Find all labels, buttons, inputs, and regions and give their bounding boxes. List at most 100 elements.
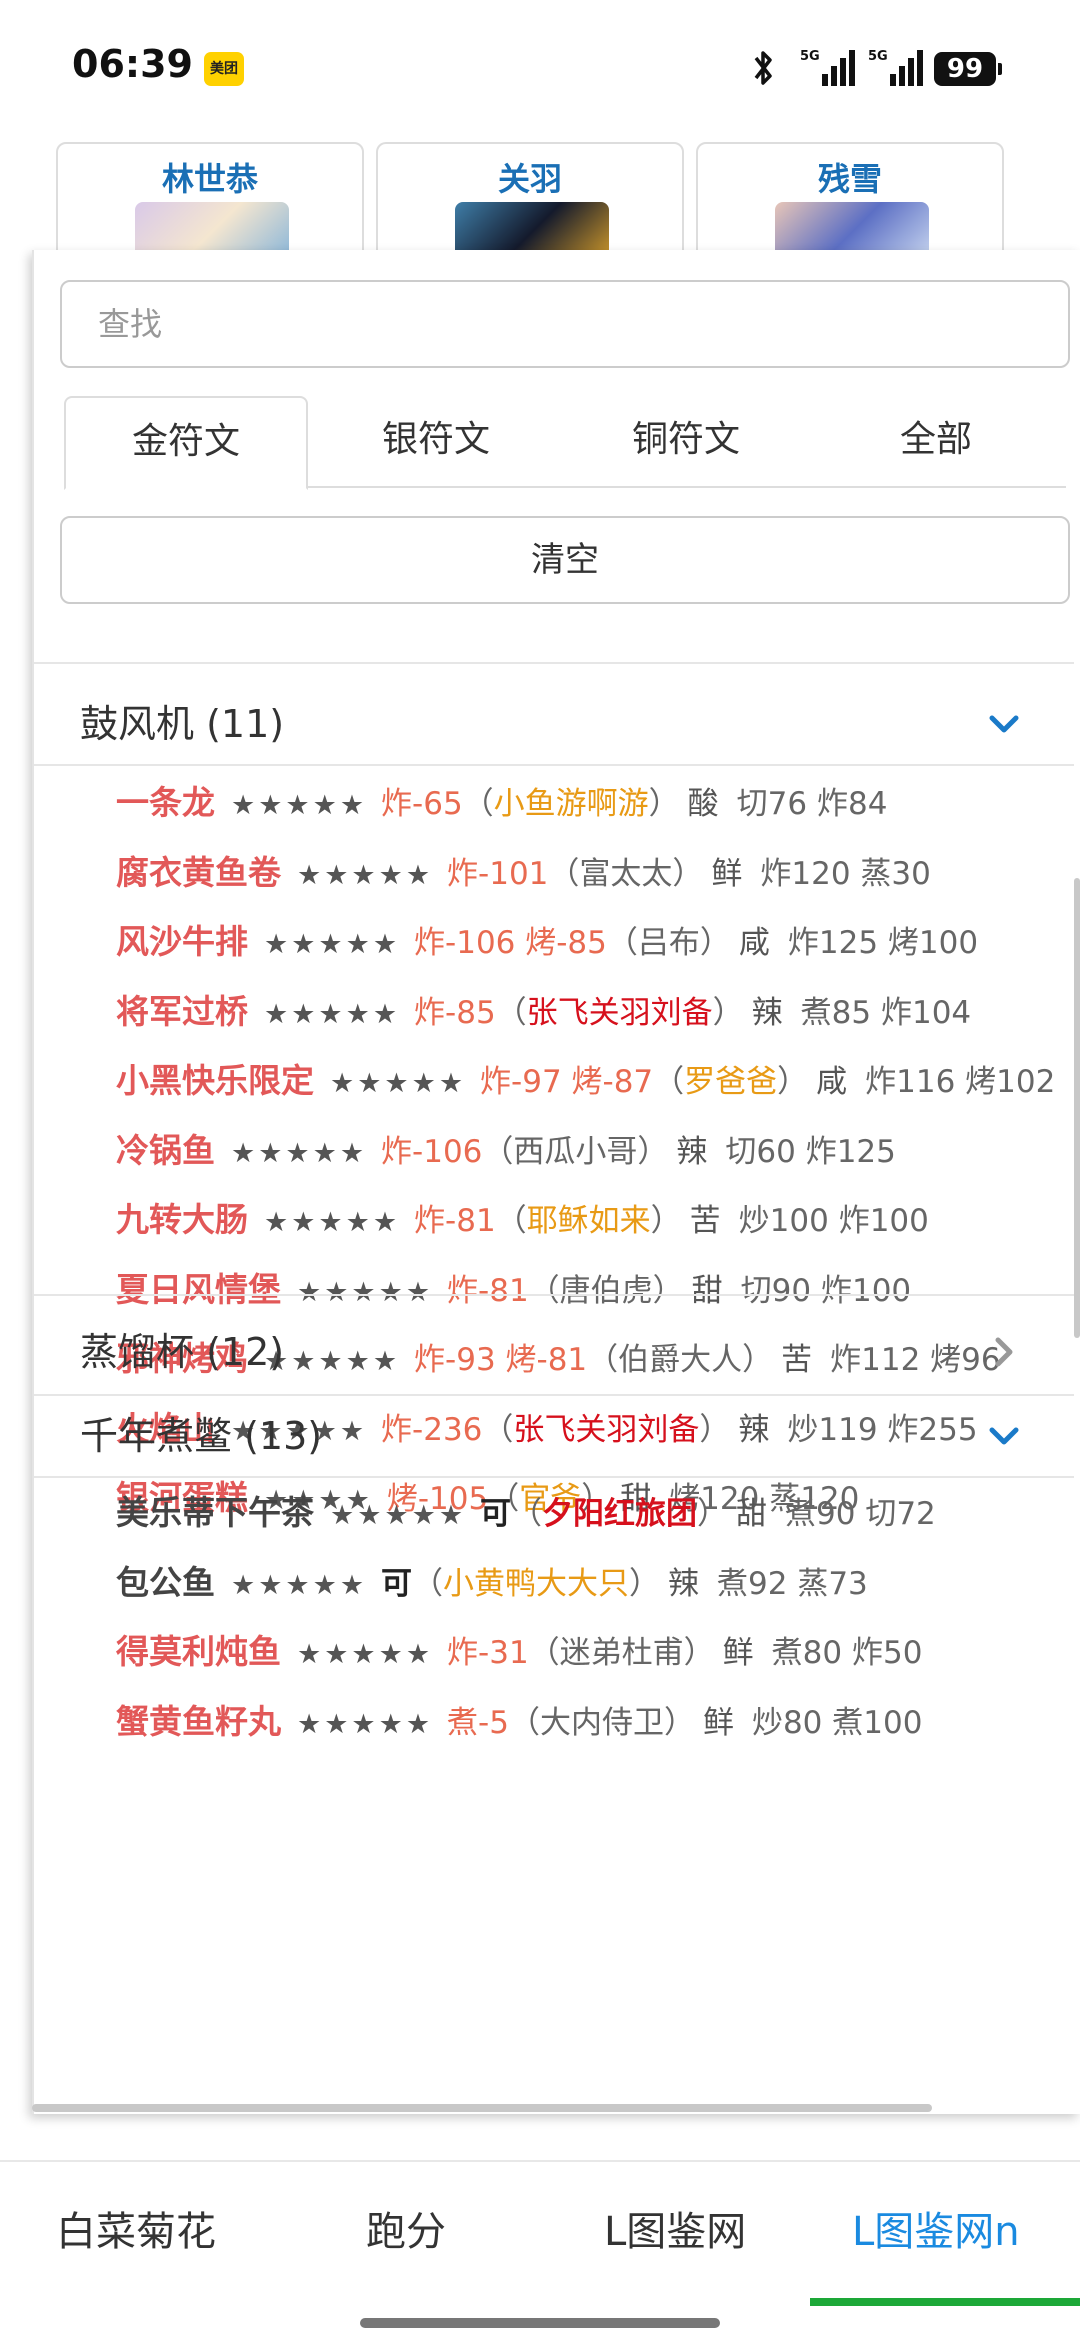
dish-requirements: 炸125 烤100 xyxy=(787,925,979,961)
dish-flavor: 辣 xyxy=(676,1133,708,1170)
rarity-stars: ★★★★★ xyxy=(264,1207,401,1238)
dish-flavor: 苦 xyxy=(689,1203,721,1239)
rarity-stars: ★★★★★ xyxy=(297,1639,434,1670)
dish-list: 美乐蒂下午茶 ★★★★★ 可（夕阳红旅团）甜煮90 切72 包公鱼 ★★★★★ 可（小黄鸭… xyxy=(116,1478,1080,1756)
paren-close: ） xyxy=(712,994,744,1031)
dish-name: 包公鱼 xyxy=(116,1562,215,1602)
dish-row[interactable]: 九转大肠 ★★★★★ 炸-81（耶稣如来）苦炒100 炸100 xyxy=(116,1185,1080,1255)
dish-requirements: 炒100 炸100 xyxy=(738,1203,929,1239)
group-title: 千年煮鳖 (13) xyxy=(80,1414,323,1458)
dish-name: 九转大肠 xyxy=(116,1200,248,1239)
horizontal-scrollbar[interactable] xyxy=(32,2104,932,2112)
dish-row[interactable]: 风沙牛排 ★★★★★ 炸-106 烤-85（吕布）咸炸125 烤100 xyxy=(116,907,1080,977)
paren-open: （ xyxy=(653,1064,685,1100)
tab-copper-rune[interactable]: 铜符文 xyxy=(564,396,808,488)
dish-row[interactable]: 腐衣黄鱼卷 ★★★★★ 炸-101（富太太）鲜炸120 蒸30 xyxy=(116,838,1080,908)
tab-gold-rune[interactable]: 金符文 xyxy=(64,396,308,490)
paren-open: （ xyxy=(508,1704,540,1741)
active-tab-indicator xyxy=(810,2298,1080,2306)
paren-close: ） xyxy=(699,925,731,961)
paren-open: （ xyxy=(495,1203,527,1239)
dish-requirements: 煮80 炸50 xyxy=(771,1635,923,1671)
dish-row[interactable]: 冷锅鱼 ★★★★★ 炸-106（西瓜小哥）辣切60 炸125 xyxy=(116,1116,1080,1186)
dish-row[interactable]: 小黑快乐限定 ★★★★★ 炸-97 烤-87（罗爸爸）咸炸116 烤102 xyxy=(116,1046,1080,1116)
home-indicator[interactable] xyxy=(360,2318,720,2328)
dish-name: 腐衣黄鱼卷 xyxy=(116,852,281,892)
vertical-scrollbar[interactable] xyxy=(1074,878,1080,1338)
nav-item[interactable]: L图鉴网 xyxy=(604,2162,746,2302)
paren-open: （ xyxy=(528,1635,560,1671)
dish-modifier: 炸-65 xyxy=(381,786,463,822)
bottom-nav: 白菜菊花 跑分 L图鉴网 L图鉴网n xyxy=(0,2160,1080,2306)
dish-flavor: 鲜 xyxy=(711,855,743,892)
chef-card-name: 关羽 xyxy=(497,160,562,198)
clear-button[interactable]: 清空 xyxy=(60,516,1070,604)
chef-name: 吕布 xyxy=(637,925,700,961)
chef-name: 大内侍卫 xyxy=(539,1704,664,1741)
paren-open: （ xyxy=(412,1565,444,1602)
dish-name: 风沙牛排 xyxy=(116,922,248,961)
dish-requirements: 切76 炸84 xyxy=(736,786,888,822)
dish-row[interactable]: 将军过桥 ★★★★★ 炸-85（张飞关羽刘备）辣煮85 炸104 xyxy=(116,977,1080,1047)
paren-close: ） xyxy=(697,1496,729,1532)
chef-name: 小鱼游啊游 xyxy=(493,786,649,822)
paren-close: ） xyxy=(672,855,704,892)
paren-close: ） xyxy=(683,1635,715,1671)
signal-5g-icon: 5G xyxy=(800,49,855,86)
battery-icon: 99 xyxy=(934,52,1002,86)
nav-item[interactable]: 白菜菊花 xyxy=(56,2162,216,2302)
svg-text:5G: 5G xyxy=(868,49,888,64)
dish-row[interactable]: 一条龙 ★★★★★ 炸-65（小鱼游啊游）酸切76 炸84 xyxy=(116,768,1080,838)
chef-name: 耶稣如来 xyxy=(526,1203,651,1239)
rarity-stars: ★★★★★ xyxy=(297,1708,434,1740)
group-header[interactable]: 蒸馏杯 (12) xyxy=(34,1296,1074,1392)
chef-name: 罗爸爸 xyxy=(684,1064,778,1100)
dish-modifier: 煮-5 xyxy=(447,1704,509,1741)
dish-modifier: 炸-106 xyxy=(381,1133,483,1170)
paren-open: （ xyxy=(462,786,494,822)
nav-item[interactable]: 跑分 xyxy=(366,2162,446,2302)
dish-row[interactable]: 得莫利炖鱼 ★★★★★ 炸-31（迷弟杜甫）鲜煮80 炸50 xyxy=(116,1617,1080,1687)
group-header[interactable]: 鼓风机 (11) xyxy=(34,664,1074,784)
dish-row[interactable]: 包公鱼 ★★★★★ 可（小黄鸭大大只）辣煮92 蒸73 xyxy=(116,1548,1080,1618)
dish-modifier: 炸-85 xyxy=(414,994,496,1031)
dish-flavor: 酸 xyxy=(687,786,719,822)
dish-name: 小黑快乐限定 xyxy=(116,1061,314,1100)
group-header[interactable]: 千年煮鳖 (13) xyxy=(34,1396,1074,1476)
rarity-stars: ★★★★★ xyxy=(330,1500,467,1531)
rarity-stars: ★★★★★ xyxy=(231,1569,368,1601)
dish-name: 蟹黄鱼籽丸 xyxy=(116,1701,281,1741)
dish-requirements: 煮85 炸104 xyxy=(800,994,972,1031)
divider xyxy=(34,764,1074,766)
dish-flavor: 咸 xyxy=(738,925,770,961)
chef-name: 小黄鸭大大只 xyxy=(443,1565,630,1602)
dish-requirements: 炒80 煮100 xyxy=(751,1704,923,1741)
chevron-down-icon xyxy=(989,1427,1019,1445)
chef-cards: 林世恭 关羽 残雪 xyxy=(56,142,1016,282)
chef-name: 富太太 xyxy=(579,855,673,892)
paren-close: ） xyxy=(650,1203,682,1239)
tab-all[interactable]: 全部 xyxy=(814,396,1058,488)
rarity-stars: ★★★★★ xyxy=(330,1068,467,1099)
dish-row[interactable]: 蟹黄鱼籽丸 ★★★★★ 煮-5（大内侍卫）鲜炒80 煮100 xyxy=(116,1687,1080,1757)
dish-flavor: 甜 xyxy=(736,1496,768,1532)
dish-requirements: 炸120 蒸30 xyxy=(760,855,931,892)
paren-open: （ xyxy=(511,1496,543,1532)
status-time: 06:39 xyxy=(72,42,193,86)
dish-modifier: 炸-31 xyxy=(447,1635,529,1671)
dish-row[interactable]: 美乐蒂下午茶 ★★★★★ 可（夕阳红旅团）甜煮90 切72 xyxy=(116,1478,1080,1548)
nav-item-active[interactable]: L图鉴网n xyxy=(852,2162,1020,2302)
paren-close: ） xyxy=(637,1133,669,1170)
chevron-down-icon xyxy=(989,715,1019,733)
rarity-stars: ★★★★★ xyxy=(264,998,401,1030)
bluetooth-icon xyxy=(754,51,772,85)
dish-requirements: 炸116 烤102 xyxy=(865,1064,1056,1100)
paren-open: （ xyxy=(495,994,527,1031)
search-input[interactable]: 查找 xyxy=(60,280,1070,368)
tab-silver-rune[interactable]: 银符文 xyxy=(314,396,558,488)
dish-name: 美乐蒂下午茶 xyxy=(116,1493,314,1532)
dish-requirements: 煮90 切72 xyxy=(785,1496,936,1532)
rarity-stars: ★★★★★ xyxy=(297,859,434,891)
meituan-app-icon: 美团 xyxy=(204,52,244,86)
dish-modifier: 炸-97 烤-87 xyxy=(480,1064,654,1100)
